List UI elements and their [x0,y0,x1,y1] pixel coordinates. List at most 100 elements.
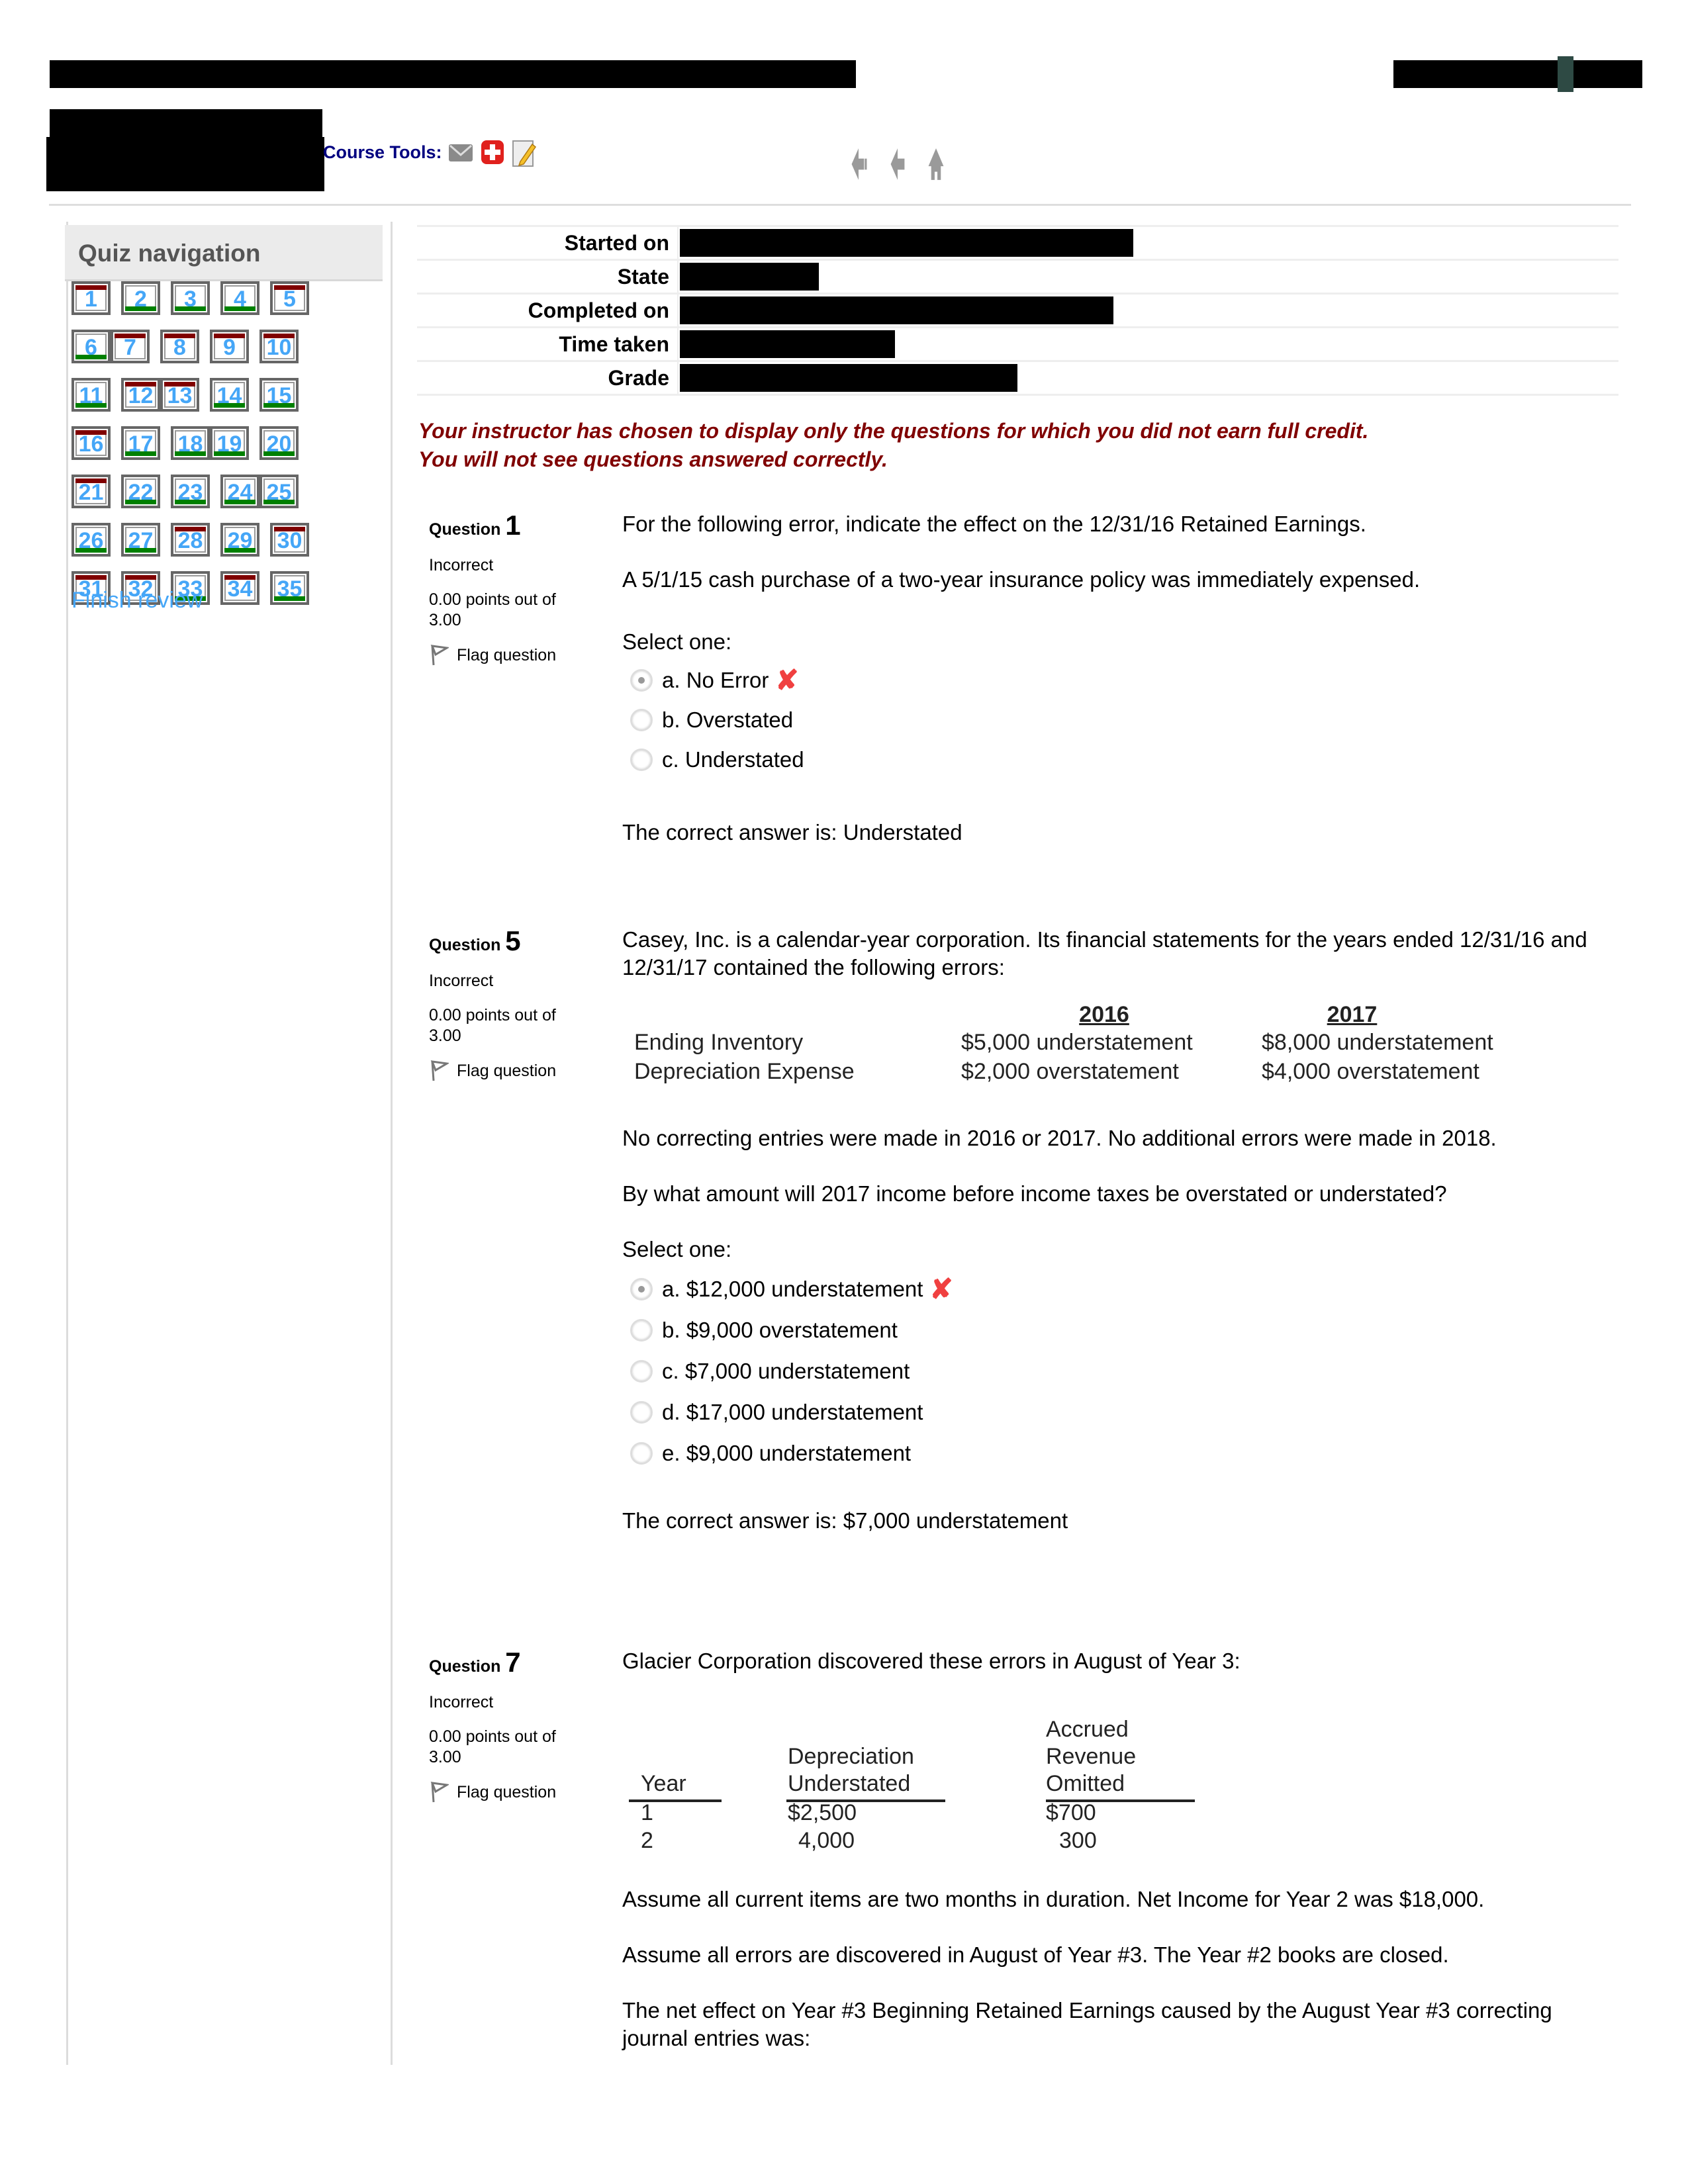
flag-question-button[interactable]: Flag question [429,1060,556,1082]
question-grade: 0.00 points out of 3.00 [429,1727,556,1766]
help-plus-icon[interactable] [479,139,506,165]
finish-review-link[interactable]: Finish review [71,588,203,614]
user-avatar[interactable] [1558,56,1573,92]
radio[interactable] [630,1360,653,1383]
question-paragraph: Assume all errors are discovered in Augu… [622,1942,1449,1967]
question-paragraph: By what amount will 2017 income before i… [622,1181,1447,1206]
question-number: 5 [505,925,521,956]
answer-option[interactable]: a. $12,000 understatement ✘ [622,1269,1615,1310]
quiz-nav-button-35[interactable]: 35 [270,571,309,605]
quiz-nav-number: 8 [173,335,186,360]
quiz-nav-button-30[interactable]: 30 [270,523,309,557]
quiz-nav-button-13[interactable]: 13 [160,378,199,412]
sidebar-border [66,222,68,2065]
quiz-nav-button-2[interactable]: 2 [121,281,160,315]
summary-value-redacted [680,229,1133,257]
summary-row-completed: Completed on [417,293,1618,328]
redacted-page-title [50,60,856,88]
quiz-nav-number: 24 [227,480,253,505]
radio[interactable] [630,1319,653,1342]
table-cell: $700 [1046,1800,1096,1825]
back-icon[interactable] [880,147,915,185]
quiz-nav-button-26[interactable]: 26 [71,523,111,557]
quiz-nav-button-6[interactable]: 6 [71,330,111,363]
quiz-nav-number: 13 [167,383,193,408]
summary-value-redacted [680,263,819,291]
radio[interactable] [630,749,653,771]
incorrect-x-icon: ✘ [775,664,799,696]
radio-selected[interactable] [630,1278,653,1300]
answer-option[interactable]: d. $17,000 understatement [622,1392,1615,1433]
quiz-navigation-title: Quiz navigation [78,240,261,267]
quiz-nav-button-20[interactable]: 20 [259,426,299,460]
quiz-nav-button-19[interactable]: 19 [210,426,249,460]
quiz-nav-button-24[interactable]: 24 [220,475,259,508]
mail-icon[interactable] [447,139,474,165]
summary-row-time-taken: Time taken [417,327,1618,361]
flag-question-button[interactable]: Flag question [429,644,556,666]
radio[interactable] [630,1401,653,1424]
quiz-nav-number: 29 [227,528,253,553]
summary-label: Completed on [417,293,679,328]
table-header: Depreciation Understated [788,1744,914,1796]
quiz-nav-number: 23 [177,480,203,505]
radio[interactable] [630,709,653,731]
quiz-nav-button-22[interactable]: 22 [121,475,160,508]
quiz-nav-button-1[interactable]: 1 [71,281,111,315]
table-cell: 300 [1059,1828,1097,1853]
question-subtext: A 5/1/15 cash purchase of a two-year ins… [622,567,1421,592]
question-content: Glacier Corporation discovered these err… [622,1647,1615,2052]
summary-label: Grade [417,361,679,395]
quiz-nav-button-21[interactable]: 21 [71,475,111,508]
answer-option[interactable]: a. No Error ✘ [622,661,1615,700]
quiz-nav-button-5[interactable]: 5 [270,281,309,315]
flag-question-label: Flag question [457,645,557,664]
flag-question-button[interactable]: Flag question [429,1781,556,1803]
question-text: Glacier Corporation discovered these err… [622,1649,1241,1673]
quiz-nav-button-11[interactable]: 11 [71,378,111,412]
quiz-nav-button-15[interactable]: 15 [259,378,299,412]
answer-option[interactable]: e. $9,000 understatement [622,1433,1615,1474]
correct-answer-feedback: The correct answer is: Understated [622,820,962,844]
quiz-nav-button-29[interactable]: 29 [220,523,259,557]
back-to-start-icon[interactable] [842,147,876,185]
answer-option[interactable]: b. $9,000 overstatement [622,1310,1615,1351]
radio-selected[interactable] [630,669,653,692]
home-icon[interactable] [919,147,953,185]
flag-icon [430,645,449,666]
select-one-label: Select one: [622,1237,732,1261]
quiz-nav-button-25[interactable]: 25 [259,475,299,508]
answer-option[interactable]: c. Understated [622,741,1615,779]
answer-option[interactable]: c. $7,000 understatement [622,1351,1615,1392]
quiz-nav-button-14[interactable]: 14 [210,378,249,412]
radio[interactable] [630,1442,653,1465]
summary-label: Time taken [417,327,679,361]
quiz-nav-button-8[interactable]: 8 [160,330,199,363]
quiz-nav-button-12[interactable]: 12 [121,378,160,412]
quiz-nav-button-3[interactable]: 3 [171,281,210,315]
quiz-nav-number: 1 [85,287,97,312]
quiz-nav-button-23[interactable]: 23 [171,475,210,508]
quiz-nav-number: 20 [266,432,292,457]
quiz-nav-button-7[interactable]: 7 [111,330,150,363]
question-content: For the following error, indicate the ef… [622,510,1615,846]
answer-option[interactable]: b. Overstated [622,700,1615,741]
question-info: Question 5 Incorrect 0.00 points out of 3… [429,925,556,1082]
quiz-nav-button-34[interactable]: 34 [220,571,259,605]
summary-row-state: State [417,259,1618,294]
quiz-nav-button-28[interactable]: 28 [171,523,210,557]
quiz-nav-button-16[interactable]: 16 [71,426,111,460]
quiz-nav-button-10[interactable]: 10 [259,330,299,363]
notice-line-1: Your instructor has chosen to display on… [418,419,1369,443]
summary-label: Started on [417,226,679,260]
quiz-nav-button-9[interactable]: 9 [210,330,249,363]
quiz-nav-button-27[interactable]: 27 [121,523,160,557]
quiz-nav-number: 26 [78,528,104,553]
quiz-nav-button-17[interactable]: 17 [121,426,160,460]
edit-note-icon[interactable] [511,139,538,167]
summary-value-redacted [680,296,1113,324]
quiz-nav-button-18[interactable]: 18 [171,426,210,460]
question-label: Question [429,1657,501,1676]
quiz-nav-number: 9 [223,335,236,360]
quiz-nav-button-4[interactable]: 4 [220,281,259,315]
